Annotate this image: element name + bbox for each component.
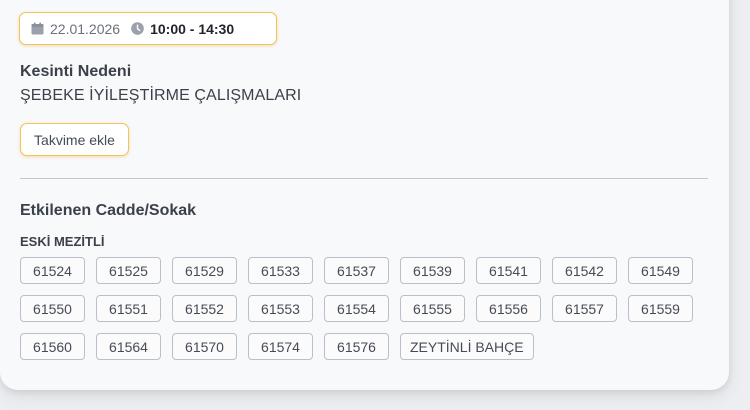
outage-date: 22.01.2026 bbox=[50, 20, 121, 37]
street-tag: 61557 bbox=[552, 295, 617, 322]
street-tag-list: 61524 61525 61529 61533 61537 61539 61541 61542… bbox=[20, 257, 710, 360]
street-tag: 61533 bbox=[248, 257, 313, 284]
reason-value: ŞEBEKE İYİLEŞTİRME ÇALIŞMALARI bbox=[20, 87, 302, 104]
street-tag: 61539 bbox=[400, 257, 465, 284]
street-tag: 61537 bbox=[324, 257, 389, 284]
outage-time: 10:00 - 14:30 bbox=[150, 20, 235, 37]
street-tag: 61559 bbox=[628, 295, 693, 322]
street-tag: 61576 bbox=[324, 333, 389, 360]
street-tag: 61542 bbox=[552, 257, 617, 284]
street-tag: 61555 bbox=[400, 295, 465, 322]
street-tag: 61525 bbox=[96, 257, 161, 284]
affected-streets-heading: Etkilenen Cadde/Sokak bbox=[20, 202, 197, 219]
street-tag: 61564 bbox=[96, 333, 161, 360]
street-tag: 61550 bbox=[20, 295, 85, 322]
street-tag: 61574 bbox=[248, 333, 313, 360]
street-tag: 61553 bbox=[248, 295, 313, 322]
street-tag: 61554 bbox=[324, 295, 389, 322]
clock-icon bbox=[131, 22, 144, 35]
add-to-calendar-button[interactable]: Takvime ekle bbox=[20, 123, 129, 156]
street-tag: 61529 bbox=[172, 257, 237, 284]
street-tag: 61560 bbox=[20, 333, 85, 360]
schedule-chip: 22.01.2026 10:00 - 14:30 bbox=[19, 12, 277, 45]
reason-heading: Kesinti Nedeni bbox=[20, 63, 132, 80]
street-tag: 61524 bbox=[20, 257, 85, 284]
street-tag: 61570 bbox=[172, 333, 237, 360]
street-tag: 61556 bbox=[476, 295, 541, 322]
street-tag: 61551 bbox=[96, 295, 161, 322]
district-name: ESKİ MEZİTLİ bbox=[20, 234, 105, 249]
street-tag: 61541 bbox=[476, 257, 541, 284]
street-tag: 61552 bbox=[172, 295, 237, 322]
street-tag: 61549 bbox=[628, 257, 693, 284]
section-divider bbox=[20, 178, 708, 179]
calendar-icon bbox=[31, 22, 44, 35]
street-tag: ZEYTİNLİ BAHÇE bbox=[400, 333, 534, 360]
